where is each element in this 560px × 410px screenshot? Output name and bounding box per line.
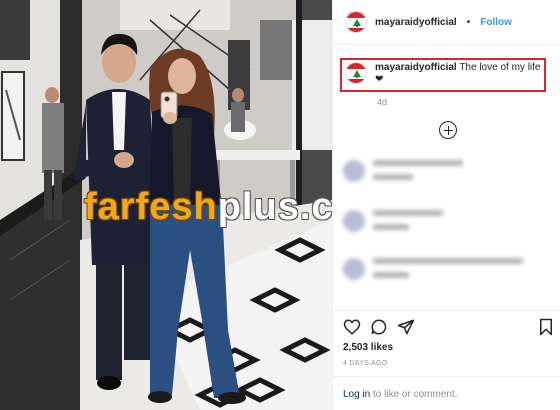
post-sidebar: mayaraidyofficial • Follow mayaraidyoffi… [332, 0, 560, 410]
header-username[interactable]: mayaraidyofficial [375, 17, 457, 28]
post-time: 4 DAYS AGO [343, 360, 388, 367]
header-separator: • [466, 16, 471, 28]
share-icon[interactable] [397, 318, 415, 336]
action-bar [343, 318, 555, 338]
watermark-logo: farfeshplus.com [84, 186, 332, 232]
lebanon-flag-icon[interactable] [345, 62, 367, 84]
login-prompt-text: to like or comment. [373, 389, 458, 400]
actions-divider [333, 310, 560, 311]
watermark-part1: farfesh [84, 186, 218, 228]
post-header: mayaraidyofficial • Follow [345, 10, 512, 34]
header-divider [333, 44, 560, 45]
heart-icon[interactable] [343, 318, 361, 336]
login-divider [333, 376, 560, 377]
login-prompt: Log in to like or comment. [343, 389, 458, 400]
add-comments-icon[interactable] [439, 121, 457, 139]
login-link[interactable]: Log in [343, 389, 370, 400]
watermark-part2: plus.com [217, 186, 332, 228]
caption-text: mayaraidyofficial The love of my life ❤ [375, 62, 540, 86]
caption: mayaraidyofficial The love of my life ❤ [345, 62, 545, 86]
likes-count[interactable]: 2,503 likes [343, 342, 393, 353]
caption-body: The love of my life [459, 62, 541, 73]
follow-button[interactable]: Follow [480, 17, 512, 28]
caption-time: 4d [377, 97, 388, 107]
blurred-comment [343, 160, 463, 188]
post-photo[interactable]: farfeshplus.com [0, 0, 332, 410]
blurred-comment [343, 258, 523, 286]
blurred-comment [343, 210, 443, 238]
comment-icon[interactable] [370, 318, 388, 336]
bookmark-icon[interactable] [537, 318, 555, 336]
lebanon-flag-icon[interactable] [345, 11, 367, 33]
heart-emoji: ❤ [375, 74, 384, 85]
caption-username[interactable]: mayaraidyofficial [375, 62, 457, 73]
